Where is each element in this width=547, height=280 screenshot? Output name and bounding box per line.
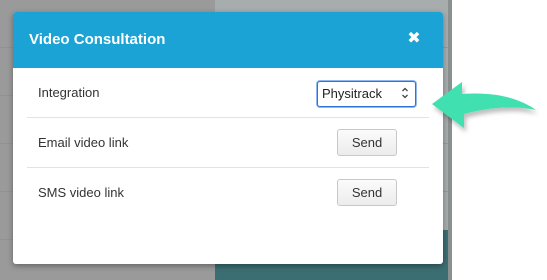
updown-chevron-icon (402, 87, 408, 99)
integration-label: Integration (38, 85, 100, 100)
email-send-button[interactable]: Send (337, 129, 397, 156)
sms-video-link-row: SMS video link Send (27, 168, 429, 217)
video-consultation-modal: Video Consultation ✖ Integration Physitr… (13, 12, 443, 264)
modal-body: Integration Physitrack Email video link … (13, 68, 443, 217)
curved-arrow-icon (432, 82, 536, 128)
email-video-link-row: Email video link Send (27, 118, 429, 168)
integration-row: Integration Physitrack (27, 68, 429, 118)
modal-title: Video Consultation (29, 31, 166, 48)
email-video-link-label: Email video link (38, 135, 129, 150)
close-icon[interactable]: ✖ (405, 30, 423, 48)
sms-send-button[interactable]: Send (337, 179, 397, 206)
background-margin (452, 0, 547, 280)
integration-select[interactable]: Physitrack (317, 81, 416, 107)
integration-select-value: Physitrack (322, 86, 382, 101)
sms-video-link-label: SMS video link (38, 185, 124, 200)
modal-header: Video Consultation ✖ (13, 12, 443, 68)
